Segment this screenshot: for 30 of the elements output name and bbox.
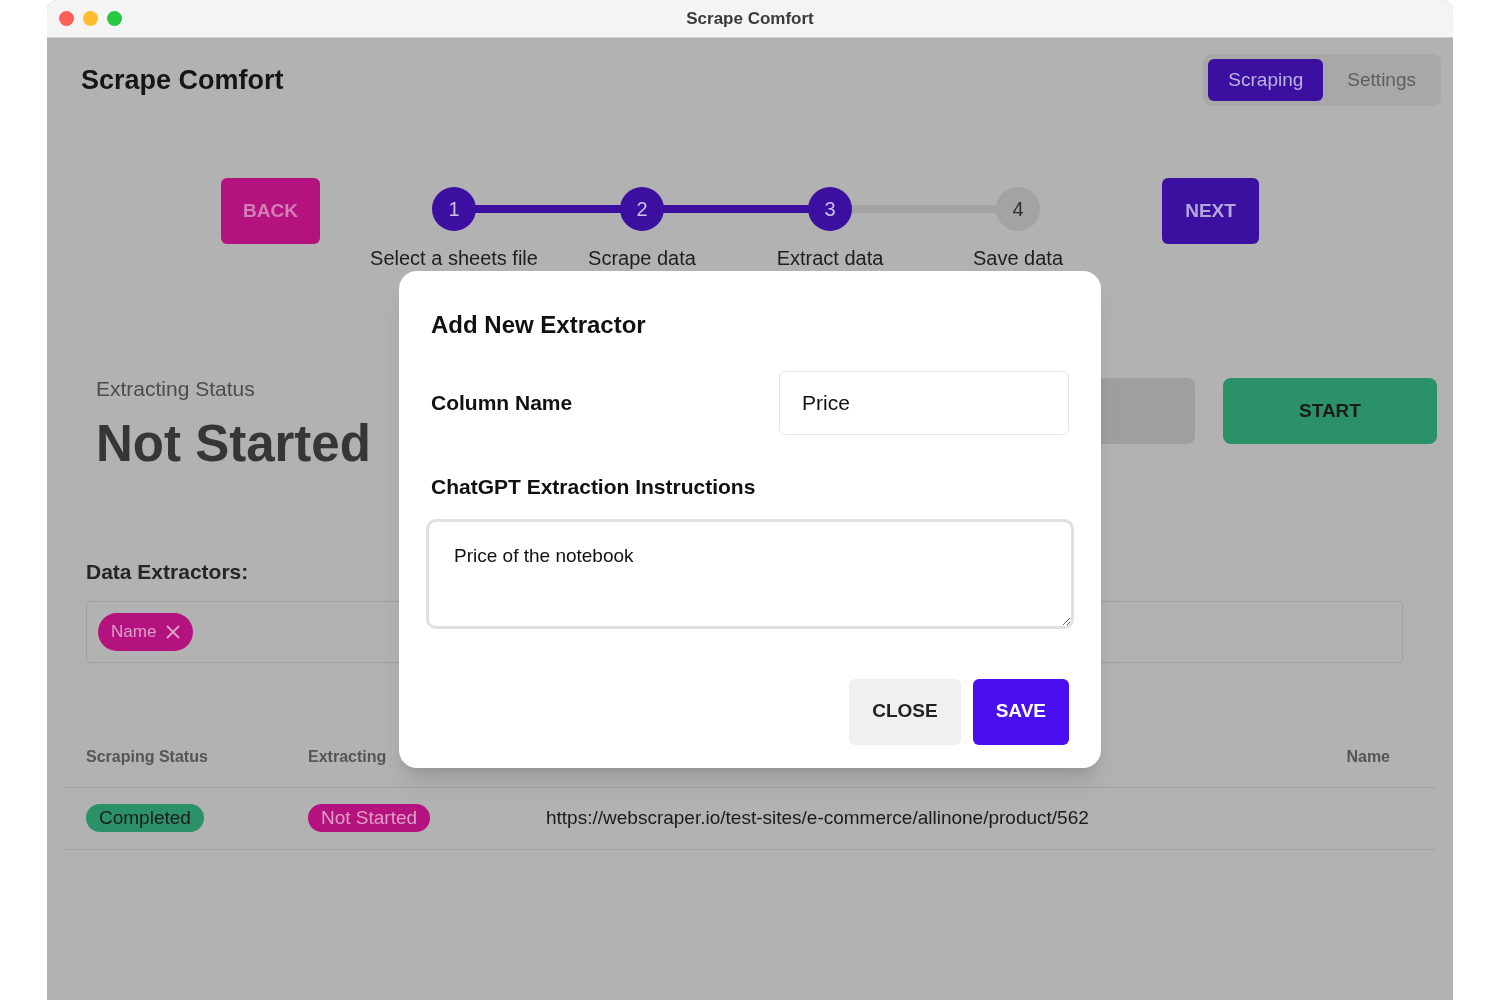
status-value: Not Started — [96, 413, 371, 474]
window-title: Scrape Comfort — [686, 7, 814, 30]
tab[interactable]: Scraping — [1208, 59, 1324, 101]
field-label: ChatGPT Extraction Instructions — [431, 474, 757, 500]
start-button[interactable]: START — [1223, 378, 1437, 444]
status-label: Extracting Status — [96, 376, 256, 402]
close-window-icon[interactable] — [59, 11, 74, 26]
step-label: Save data — [972, 246, 1064, 271]
column-header: Extracting — [308, 747, 388, 768]
status-badge: Completed — [86, 804, 204, 833]
section-label: Data Extractors: — [86, 559, 249, 583]
status-badge: Not Started — [308, 804, 431, 833]
save-button[interactable]: SAVE — [972, 678, 1069, 745]
dialog-title: Add New Extractor — [431, 310, 647, 340]
step-label: Scrape data — [588, 246, 696, 271]
column-header: Scraping Status — [86, 747, 209, 768]
app-title: Scrape Comfort — [81, 63, 284, 97]
column-header: Name — [1346, 747, 1390, 768]
step-label: Select a sheets file — [370, 246, 538, 271]
next-button[interactable]: NEXT — [1162, 178, 1259, 244]
zoom-window-icon[interactable] — [107, 11, 122, 26]
link-text: https://webscraper.io/test-sites/e-commerce/allinone/product/562 — [546, 806, 1090, 831]
close-icon[interactable] — [166, 625, 181, 640]
minimize-window-icon[interactable] — [83, 11, 98, 26]
field-label: Column Name — [431, 390, 573, 417]
column-name-field[interactable]: Price — [779, 371, 1069, 435]
close-button[interactable]: CLOSE — [849, 678, 961, 745]
chip-label: Name — [111, 621, 157, 644]
instructions-field[interactable]: Price of the notebook — [426, 518, 1074, 629]
step-label: Extract data — [776, 246, 884, 271]
